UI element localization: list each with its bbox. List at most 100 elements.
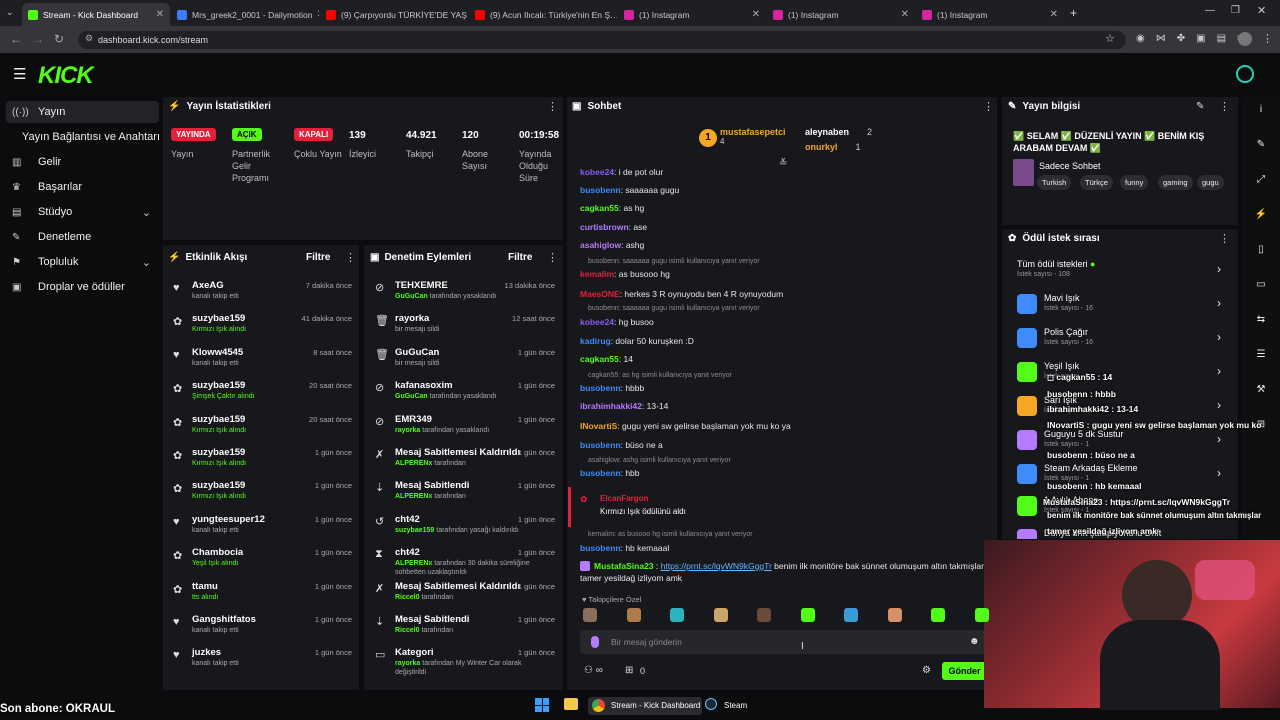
emote-icon[interactable] <box>974 608 989 622</box>
activity-filter-button[interactable]: Filtre <box>306 252 330 263</box>
activity-user[interactable]: Gangshitfatos <box>192 614 256 625</box>
redeem-user[interactable]: ElcanFargon <box>600 494 648 503</box>
browser-tab[interactable]: Stream - Kick Dashboard ✕ <box>22 3 170 26</box>
chat-username[interactable]: kobee24 <box>580 317 614 327</box>
browser-tab[interactable]: (9) Acun Ilıcalı: Türkiye'nin En Ş…✕ <box>469 3 617 26</box>
emote-icon[interactable] <box>670 608 684 622</box>
wrench-icon[interactable]: ⚒ <box>1254 384 1268 398</box>
chat-username[interactable]: ibrahimhakki42 <box>580 401 642 411</box>
moderation-target[interactable]: Mesaj Sabitlemesi Kaldırıldı <box>395 447 520 458</box>
chevron-down-icon[interactable]: ⌄ <box>142 206 151 219</box>
emoji-icon[interactable]: ☻ <box>969 636 980 647</box>
card-icon[interactable]: ▯ <box>1254 244 1268 258</box>
moderator-name[interactable]: GuGuCan <box>395 293 428 300</box>
sidebar-item[interactable]: ♛ Başarılar <box>6 176 159 198</box>
reload-icon[interactable]: ↻ <box>54 32 64 46</box>
windows-start-icon[interactable] <box>535 698 549 712</box>
expand-icon[interactable]: ⤢ <box>1254 174 1268 188</box>
activity-row[interactable]: ✿ suzybae159 Kırmızı Işık alındı 1 gün önce <box>170 480 355 513</box>
site-info-icon[interactable]: ⚙ <box>85 33 93 44</box>
file-explorer-icon[interactable] <box>564 698 578 710</box>
stream-tag[interactable]: gugu <box>1197 175 1224 190</box>
browser-tab[interactable]: (1) Instagram ✕ <box>618 3 766 26</box>
forward-icon[interactable]: → <box>32 32 44 46</box>
chat-username[interactable]: busobenn <box>580 383 621 393</box>
profile-avatar[interactable] <box>1238 32 1252 46</box>
moderation-target[interactable]: Mesaj Sabitlendi <box>395 480 469 491</box>
sidebar-item[interactable]: ⚑ Topluluk ⌄ <box>6 251 159 273</box>
moderator-name[interactable]: ALPERENx <box>395 560 432 567</box>
top-gifter[interactable]: aleynaben 2 <box>805 127 872 137</box>
send-button[interactable]: Gönder <box>942 662 987 680</box>
chat-username[interactable]: cagkan55 <box>580 354 619 364</box>
moderation-menu-icon[interactable]: ⋮ <box>547 251 558 264</box>
moderation-row[interactable]: 🗑 GuGuCan bir mesajı sildi 1 gün önce <box>372 347 558 380</box>
moderation-row[interactable]: ✗ Mesaj Sabitlemesi Kaldırıldı Riccel0 tar… <box>372 581 558 614</box>
sidebar-item[interactable]: ▤ Stüdyo ⌄ <box>6 201 159 223</box>
activity-row[interactable]: ♥ Kloww4545 kanalı takip etti 8 saat önce <box>170 347 355 380</box>
browser-tab[interactable]: (1) Instagram ✕ <box>916 3 1064 26</box>
close-tab-icon[interactable]: ✕ <box>1046 9 1058 20</box>
reward-row[interactable]: Polis Çağır İstek sayısı - 16 › <box>1017 326 1227 356</box>
moderation-target[interactable]: EMR349 <box>395 414 432 425</box>
browser-tab[interactable]: (9) Çarpıyordu TÜRKİYE'DE YAŞ…✕ <box>320 3 468 26</box>
activity-user[interactable]: suzybae159 <box>192 313 245 324</box>
sidebar-item[interactable]: Yayın Bağlantısı ve Anahtarı <box>6 126 160 148</box>
chat-username[interactable]: asahiglow <box>580 240 621 250</box>
gift-icon[interactable]: ⊞ <box>625 665 633 676</box>
sidebar-item[interactable]: ▣ Droplar ve ödüller <box>6 276 159 298</box>
activity-row[interactable]: ✿ suzybae159 Şimşek Çaktır alındı 20 saat ö… <box>170 380 355 413</box>
chat-username[interactable]: busobenn <box>580 543 621 553</box>
list-icon[interactable]: ☰ <box>1254 349 1268 363</box>
browser-tab[interactable]: Mrs_greek2_0001 - Dailymotion✕ <box>171 3 319 26</box>
emote-icon[interactable] <box>800 608 815 622</box>
emote-icon[interactable] <box>931 608 945 622</box>
chat-icon[interactable]: ▭ <box>1254 279 1268 293</box>
new-tab-button[interactable]: + <box>1070 6 1077 20</box>
kick-logo[interactable]: KICK <box>38 62 94 90</box>
moderation-target[interactable]: cht42 <box>395 514 420 525</box>
close-tab-icon[interactable]: ✕ <box>152 9 164 20</box>
stream-tag[interactable]: Türkçe <box>1080 175 1113 190</box>
taskbar-item-steam[interactable]: Steam <box>724 701 747 710</box>
moderation-target[interactable]: cht42 <box>395 547 420 558</box>
edit-icon[interactable]: ✎ <box>1196 101 1204 112</box>
chat-username[interactable]: kadirug <box>580 336 611 346</box>
close-tab-icon[interactable]: ✕ <box>897 9 909 20</box>
tab-list-icon[interactable]: ⌄ <box>6 7 14 18</box>
moderation-row[interactable]: ⊘ EMR349 rayorka tarafından yasaklandı 1 gü… <box>372 414 558 447</box>
top-gifter[interactable]: onurkyl 1 <box>805 142 861 152</box>
extension-icon[interactable]: ✤ <box>1177 33 1185 44</box>
activity-row[interactable]: ♥ AxeAG kanalı takip etti 7 dakika önce <box>170 280 355 313</box>
activity-row[interactable]: ♥ juzkes kanalı takip etti 1 gün önce <box>170 647 355 680</box>
bookmark-star-icon[interactable]: ☆ <box>1105 32 1115 45</box>
moderation-row[interactable]: 🗑 rayorka bir mesajı sildi 12 saat önce <box>372 313 558 346</box>
moderator-name[interactable]: ALPERENx <box>395 493 432 500</box>
moderator-name[interactable]: Riccel0 <box>395 594 420 601</box>
activity-user[interactable]: suzybae159 <box>192 447 245 458</box>
settings-users-icon[interactable]: ⚇ ∞ <box>584 665 603 676</box>
expand-gifters-icon[interactable]: ≚ <box>779 158 787 169</box>
emote-icon[interactable] <box>757 608 771 622</box>
user-avatar[interactable] <box>1236 65 1254 83</box>
emote-icon[interactable] <box>713 608 728 622</box>
chat-settings-icon[interactable]: ⚙ <box>922 665 931 676</box>
reward-row[interactable]: Mavi Işık İstek sayısı - 16 › <box>1017 292 1227 322</box>
url-input[interactable]: dashboard.kick.com/stream <box>78 31 1126 49</box>
chat-link[interactable]: https://prnt.sc/lqvWN9kGggTr <box>661 561 772 571</box>
moderator-name[interactable]: rayorka <box>395 427 420 434</box>
close-window-icon[interactable]: ✕ <box>1257 4 1266 17</box>
moderation-row[interactable]: ⊘ TEHXEMRE GuGuCan tarafından yasaklandı 13… <box>372 280 558 313</box>
close-tab-icon[interactable]: ✕ <box>748 9 760 20</box>
moderation-target[interactable]: GuGuCan <box>395 347 439 358</box>
activity-menu-icon[interactable]: ⋮ <box>345 251 356 264</box>
back-icon[interactable]: ← <box>10 32 22 46</box>
steam-icon[interactable] <box>705 698 717 710</box>
stream-info-menu-icon[interactable]: ⋮ <box>1219 100 1230 113</box>
activity-user[interactable]: suzybae159 <box>192 380 245 391</box>
moderation-row[interactable]: ⧗ cht42 ALPERENx tarafından 30 dakika süre… <box>372 547 558 580</box>
extension-icon[interactable]: ◉ <box>1136 33 1145 44</box>
chat-username[interactable]: INovartiS <box>580 421 617 431</box>
moderation-target[interactable]: rayorka <box>395 313 429 324</box>
bolt-icon[interactable]: ⚡ <box>1254 209 1268 223</box>
